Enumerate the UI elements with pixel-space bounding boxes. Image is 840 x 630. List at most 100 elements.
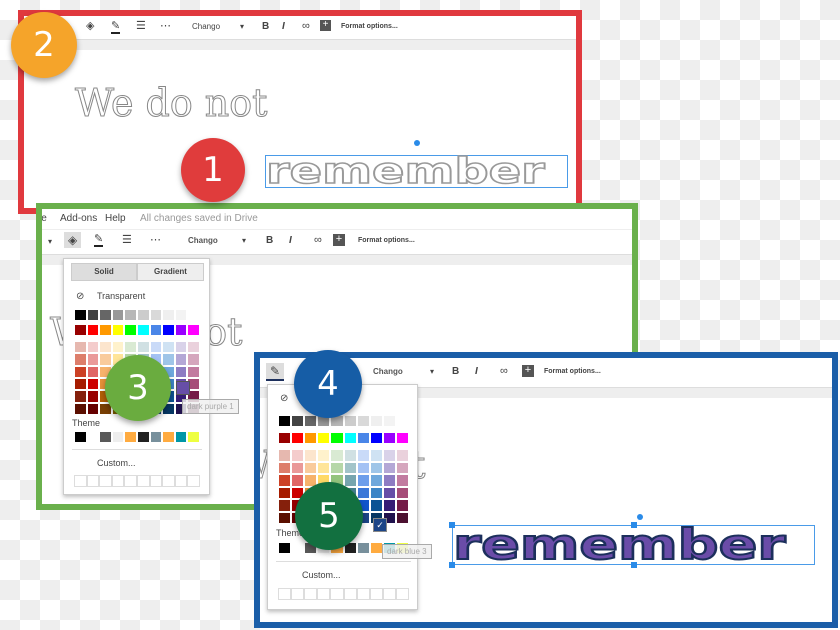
color-swatch[interactable] [74, 353, 87, 366]
custom-swatch-slot[interactable] [395, 588, 409, 600]
border-dash-icon[interactable]: ⋯ [150, 235, 161, 246]
color-swatch[interactable] [149, 341, 163, 354]
selected-textbox[interactable]: remember [265, 152, 568, 190]
color-swatch[interactable] [356, 432, 370, 444]
color-swatch[interactable] [162, 324, 175, 336]
link-icon[interactable]: ∞ [314, 235, 322, 246]
rotate-handle[interactable] [637, 514, 643, 520]
border-weight-icon[interactable]: ☰ [136, 21, 146, 32]
color-swatch[interactable] [187, 309, 200, 321]
color-swatch[interactable] [278, 511, 292, 524]
caret-icon[interactable]: ▾ [48, 238, 52, 246]
custom-swatch-slot[interactable] [124, 475, 137, 487]
color-swatch[interactable] [369, 449, 383, 462]
italic-button[interactable]: I [475, 367, 478, 377]
color-swatch[interactable] [162, 431, 175, 443]
color-swatch[interactable] [86, 377, 100, 391]
color-swatch[interactable] [369, 415, 383, 427]
custom-swatch-slot[interactable] [162, 475, 175, 487]
color-swatch[interactable] [124, 324, 137, 336]
custom-swatch-slot[interactable] [86, 475, 100, 487]
color-swatch[interactable] [382, 415, 396, 427]
color-swatch[interactable] [86, 353, 100, 366]
color-swatch[interactable] [343, 415, 357, 427]
color-swatch[interactable] [187, 324, 200, 336]
color-swatch[interactable] [369, 542, 383, 554]
color-swatch[interactable] [174, 309, 188, 321]
color-swatch[interactable] [382, 432, 396, 444]
border-color-icon[interactable]: ✎ [266, 363, 285, 381]
border-color-icon[interactable]: ✎ [111, 21, 121, 34]
fill-color-icon[interactable]: ◈ [64, 232, 82, 248]
border-weight-icon[interactable]: ☰ [122, 235, 132, 246]
color-swatch[interactable] [74, 341, 87, 354]
custom-swatch-slot[interactable] [317, 588, 331, 600]
color-swatch[interactable] [369, 461, 383, 474]
color-swatch[interactable] [278, 486, 292, 499]
color-swatch[interactable] [382, 499, 396, 512]
color-swatch[interactable] [356, 474, 370, 487]
color-swatch[interactable] [343, 474, 357, 487]
bold-button[interactable]: B [262, 22, 269, 32]
color-swatch[interactable] [187, 353, 200, 366]
color-swatch[interactable] [369, 486, 383, 499]
custom-swatch-slot[interactable] [382, 588, 396, 600]
custom-swatch-slot[interactable] [291, 588, 305, 600]
color-swatch[interactable] [304, 449, 318, 462]
color-swatch[interactable] [304, 461, 318, 474]
format-options-button[interactable]: Format options... [341, 23, 398, 30]
color-swatch[interactable] [395, 461, 409, 474]
color-swatch[interactable] [395, 499, 409, 512]
color-swatch[interactable] [86, 431, 100, 443]
color-swatch[interactable] [174, 341, 188, 354]
font-select[interactable]: Chango [188, 237, 218, 245]
custom-swatch-slot[interactable] [343, 588, 357, 600]
color-swatch[interactable] [395, 449, 409, 462]
menu-help[interactable]: Help [105, 213, 126, 224]
color-swatch[interactable] [330, 432, 344, 444]
bold-button[interactable]: B [452, 367, 459, 377]
color-swatch[interactable] [304, 432, 318, 444]
color-swatch[interactable] [124, 309, 137, 321]
custom-swatch-slot[interactable] [111, 475, 125, 487]
color-swatch[interactable] [111, 324, 125, 336]
custom-swatch-slot[interactable] [74, 475, 87, 487]
color-swatch[interactable] [174, 353, 188, 366]
color-swatch[interactable] [162, 341, 175, 354]
add-comment-icon[interactable]: + [320, 20, 331, 31]
color-swatch[interactable] [278, 461, 292, 474]
color-swatch[interactable] [343, 449, 357, 462]
color-swatch[interactable] [278, 542, 292, 554]
font-select[interactable]: Chango [373, 368, 403, 376]
color-swatch[interactable] [149, 309, 163, 321]
color-swatch[interactable] [86, 365, 100, 378]
resize-handle[interactable] [449, 522, 455, 528]
color-swatch[interactable] [111, 341, 125, 354]
color-swatch[interactable] [291, 474, 305, 487]
selected-swatch-check-icon[interactable]: ✓ [373, 518, 387, 532]
color-swatch[interactable] [174, 324, 188, 336]
custom-swatch-slot[interactable] [137, 475, 150, 487]
no-border-icon[interactable]: ⊘ [280, 393, 288, 404]
color-swatch[interactable] [395, 486, 409, 499]
color-swatch[interactable] [137, 309, 150, 321]
add-comment-icon[interactable]: + [522, 365, 534, 377]
color-swatch[interactable] [291, 449, 305, 462]
color-swatch[interactable] [330, 461, 344, 474]
color-swatch[interactable] [99, 341, 112, 354]
color-swatch[interactable] [74, 431, 87, 443]
color-swatch[interactable] [382, 474, 396, 487]
color-swatch[interactable] [174, 431, 188, 443]
font-caret-icon[interactable]: ▾ [242, 237, 246, 245]
custom-color-button[interactable]: Custom... [97, 458, 136, 468]
hovered-swatch[interactable] [176, 381, 190, 395]
italic-button[interactable]: I [282, 22, 285, 32]
color-swatch[interactable] [369, 432, 383, 444]
color-swatch[interactable] [74, 402, 87, 415]
color-swatch[interactable] [278, 449, 292, 462]
color-swatch[interactable] [382, 461, 396, 474]
color-swatch[interactable] [343, 461, 357, 474]
custom-swatch-slot[interactable] [278, 588, 292, 600]
color-swatch[interactable] [395, 474, 409, 487]
color-swatch[interactable] [291, 432, 305, 444]
